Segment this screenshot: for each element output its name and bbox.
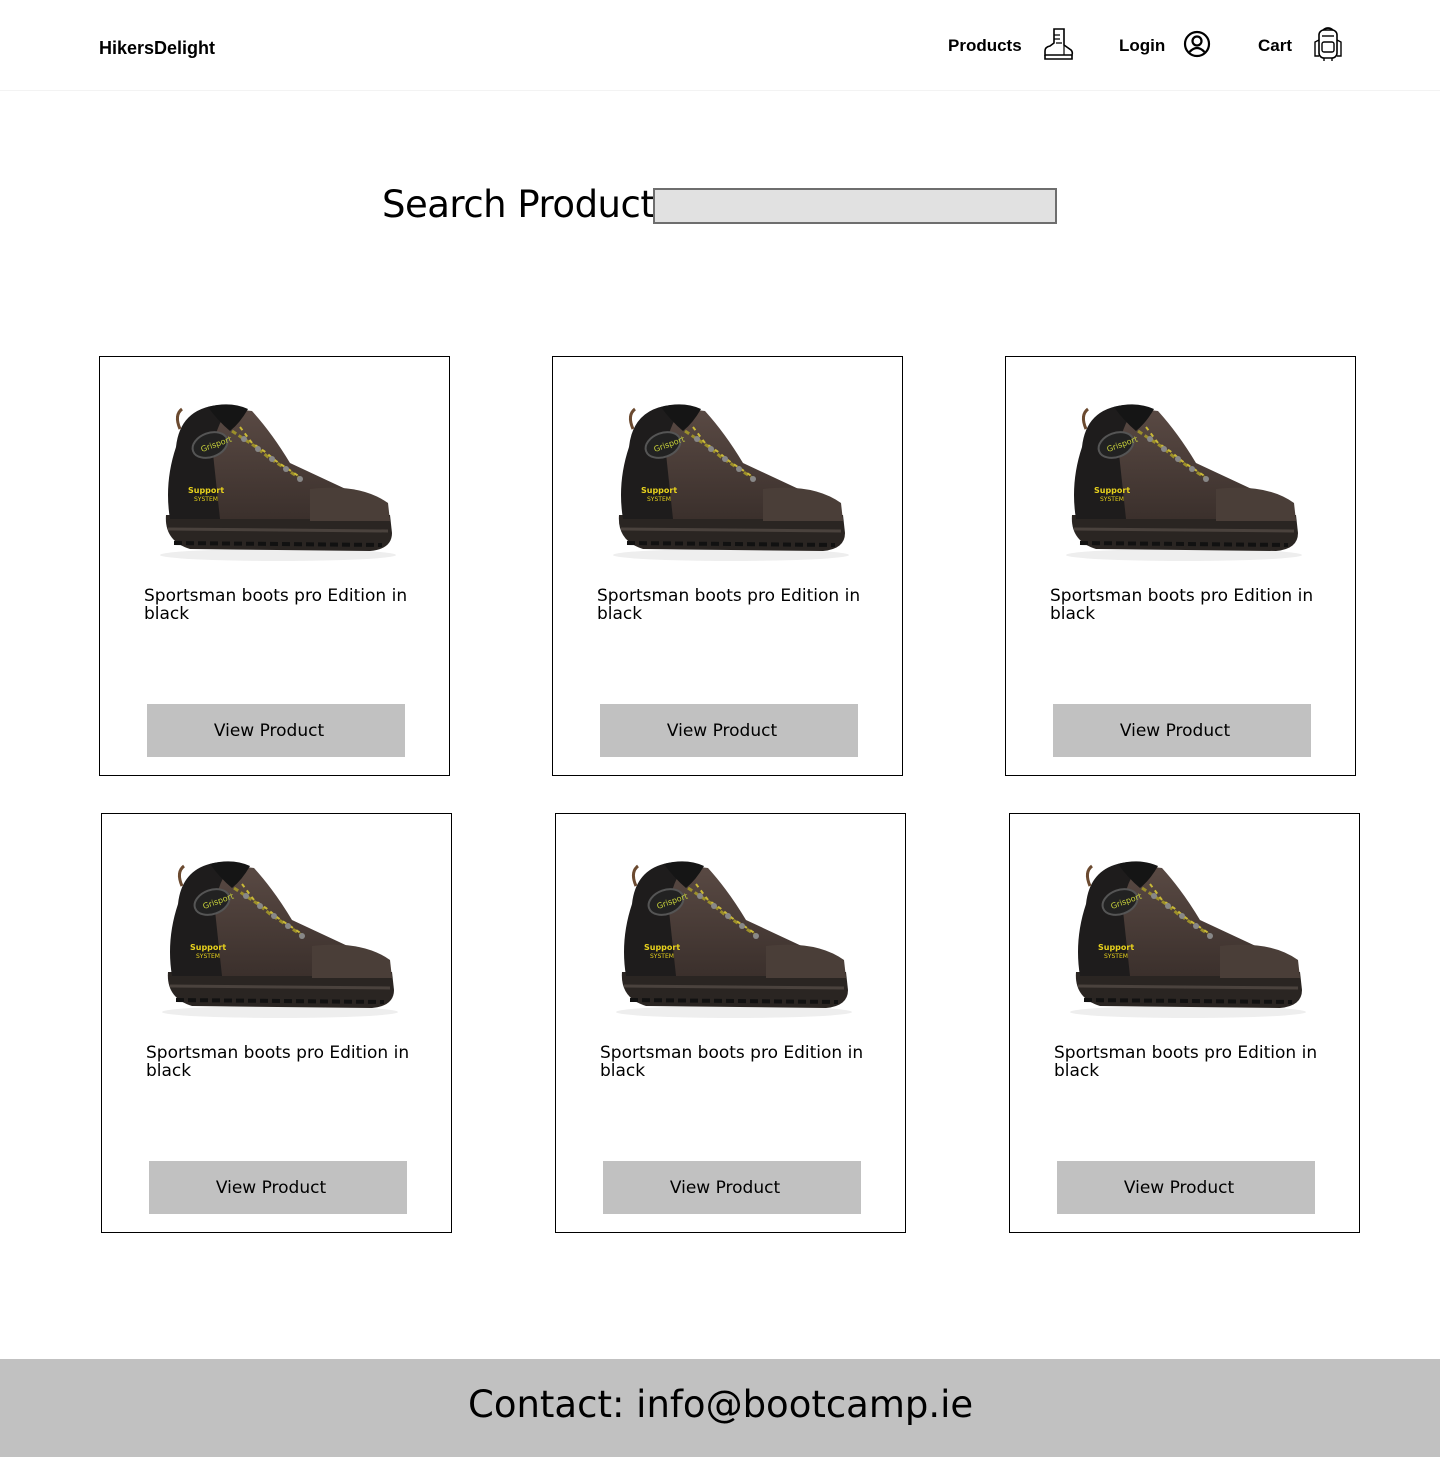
boot-icon <box>1042 27 1074 66</box>
product-name: Sportsman boots pro Edition in black <box>144 586 408 624</box>
product-name: Sportsman boots pro Edition in black <box>597 586 861 624</box>
user-circle-icon <box>1183 30 1211 63</box>
product-card: Sportsman boots pro Edition in black Vie… <box>99 356 450 776</box>
product-image[interactable] <box>1066 403 1306 563</box>
product-card: Sportsman boots pro Edition in black Vie… <box>552 356 903 776</box>
site-footer: Contact: info@bootcamp.ie <box>0 1359 1440 1457</box>
nav-cart[interactable]: Cart <box>1258 26 1344 66</box>
product-image[interactable] <box>1070 860 1310 1020</box>
product-name: Sportsman boots pro Edition in black <box>600 1043 864 1081</box>
product-image[interactable] <box>160 403 400 563</box>
backpack-icon <box>1312 26 1344 67</box>
view-product-button[interactable]: View Product <box>1057 1161 1315 1214</box>
view-product-button[interactable]: View Product <box>603 1161 861 1214</box>
view-product-button[interactable]: View Product <box>147 704 405 757</box>
product-image[interactable] <box>162 860 402 1020</box>
site-header: HikersDelight Products Login Cart <box>0 0 1440 90</box>
view-product-button[interactable]: View Product <box>149 1161 407 1214</box>
nav-login[interactable]: Login <box>1119 26 1211 66</box>
view-product-button[interactable]: View Product <box>600 704 858 757</box>
product-name: Sportsman boots pro Edition in black <box>1050 586 1314 624</box>
brand-logo[interactable]: HikersDelight <box>99 38 215 59</box>
product-card: Sportsman boots pro Edition in black Vie… <box>1005 356 1356 776</box>
search-input[interactable] <box>653 188 1057 224</box>
product-name: Sportsman boots pro Edition in black <box>146 1043 410 1081</box>
nav-products-label: Products <box>948 36 1022 55</box>
product-card: Sportsman boots pro Edition in black Vie… <box>101 813 452 1233</box>
search-label: Search Product <box>382 183 655 226</box>
nav-cart-label: Cart <box>1258 36 1293 55</box>
nav-login-label: Login <box>1119 36 1166 55</box>
product-name: Sportsman boots pro Edition in black <box>1054 1043 1318 1081</box>
contact-email[interactable]: Contact: info@bootcamp.ie <box>468 1383 973 1426</box>
product-card: Sportsman boots pro Edition in black Vie… <box>1009 813 1360 1233</box>
view-product-button[interactable]: View Product <box>1053 704 1311 757</box>
product-card: Sportsman boots pro Edition in black Vie… <box>555 813 906 1233</box>
product-image[interactable] <box>613 403 853 563</box>
nav-products[interactable]: Products <box>948 26 1074 66</box>
product-image[interactable] <box>616 860 856 1020</box>
